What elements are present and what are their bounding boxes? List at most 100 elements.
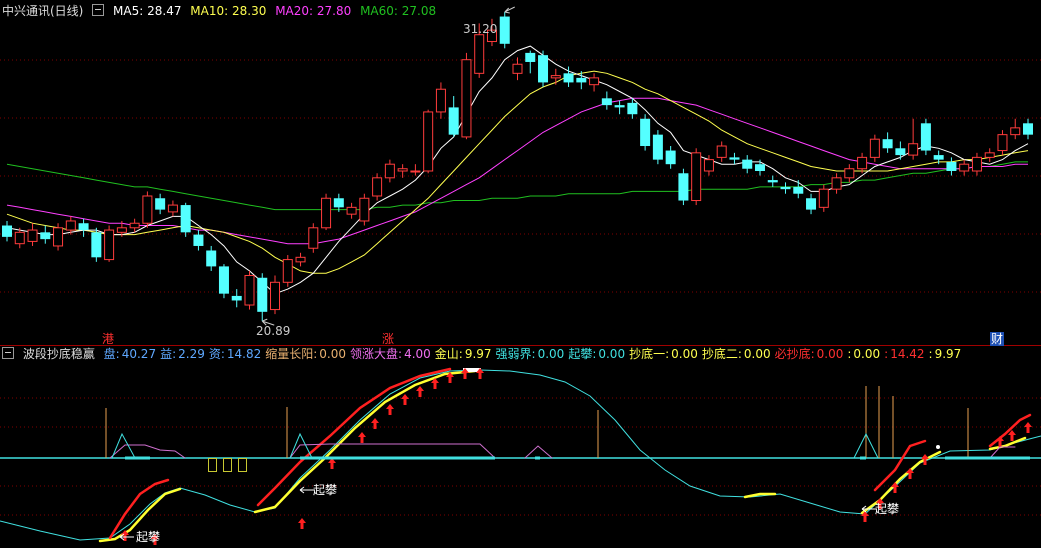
candle-body [282, 259, 293, 283]
indicator-readout: :0.00 [847, 347, 880, 361]
indicator-readout-label: 缩量长阳: [265, 347, 318, 361]
indicator-readout-label: : [884, 347, 889, 361]
candle-body [384, 163, 395, 179]
ma20-value: 27.80 [316, 4, 352, 18]
candle-body [678, 173, 689, 201]
candle-body [793, 186, 804, 194]
ma5-line [6, 45, 1029, 295]
indicator-readout-value: 2.29 [178, 347, 205, 361]
candle-body [116, 227, 127, 233]
signal-box [208, 458, 217, 472]
pointer-arrow [299, 486, 314, 494]
candle-body [244, 274, 255, 306]
candle-body [257, 277, 268, 312]
indicator-readout: 必抄底: 0.00 [775, 347, 844, 361]
indicator-readout: 缩量长阳: 0.00 [265, 347, 346, 361]
candle-body [499, 16, 510, 44]
indicator-readout-value: 0.00 [853, 347, 881, 361]
up-arrow-icon [358, 432, 366, 443]
candle-body [423, 111, 434, 172]
indicator-readout: 金山: 9.97 [435, 347, 492, 361]
qipan-label: 起攀 [313, 483, 338, 497]
candle-body [640, 118, 651, 147]
event-marker-zhang[interactable]: 涨 [382, 332, 394, 346]
qipan-label: 起攀 [875, 502, 900, 516]
collapse-icon[interactable] [2, 347, 14, 359]
ma10-label: MA10: [190, 4, 229, 18]
candle-body [218, 266, 229, 294]
candle-body [780, 186, 791, 190]
pink-band [289, 443, 496, 459]
indicator-name[interactable]: 波段抄底稳赢 [23, 347, 95, 361]
candle-body [27, 229, 38, 242]
ma60-value: 27.08 [401, 4, 437, 18]
indicator-readout-label: : [928, 347, 933, 361]
indicator-readout: 抄底二: 0.00 [702, 347, 771, 361]
candle-body [270, 281, 281, 311]
qipan-label: 起攀 [136, 530, 161, 544]
indicator-readout-value: 14.82 [226, 347, 262, 361]
ma5-label: MA5: [113, 4, 144, 18]
candle-body [589, 77, 600, 86]
event-marker-cai[interactable]: 财 [990, 332, 1005, 346]
candle-body [882, 139, 893, 149]
candle-body [397, 168, 408, 172]
candle-body [703, 159, 714, 172]
candle-body [933, 155, 944, 160]
indicator-readout-value: 0.00 [816, 347, 844, 361]
ma60-label: MA60: [360, 4, 398, 18]
indicator-readout-label: 抄底一: [629, 347, 670, 361]
yellow-band [253, 369, 477, 514]
candle-body [142, 195, 153, 224]
candle-body [295, 256, 306, 263]
event-marker-gang[interactable]: 港 [102, 332, 114, 346]
candle-body [627, 102, 638, 115]
up-arrow-icon [416, 386, 424, 397]
candle-body [920, 123, 931, 151]
high-price-label: 31.20 [463, 22, 498, 36]
indicator-readout-label: 必抄底: [774, 347, 815, 361]
candle-body [308, 227, 319, 249]
main-header: 中兴通讯(日线) MA5: 28.47 MA10: 28.30 MA20: 27… [2, 4, 441, 18]
ma10-line [6, 70, 1029, 274]
indicator-readout-value: 0.00 [743, 347, 771, 361]
candle-body [435, 88, 446, 113]
candle-body [729, 157, 740, 160]
indicator-readout-value: 9.97 [464, 347, 492, 361]
candle-body [346, 206, 357, 215]
ma60-readout: MA60: 27.08 [360, 4, 436, 18]
candle-body [2, 225, 12, 237]
candle-body [461, 59, 472, 138]
indicator-header: 波段抄底稳赢 盘: 40.27 益: 2.29 资: 14.82 缩量长阳: 0.00 领涨大盘… [2, 347, 965, 361]
indicator-readout: 领涨大盘: 4.00 [350, 347, 431, 361]
up-arrow-icon [386, 404, 394, 415]
ma20-readout: MA20: 27.80 [275, 4, 351, 18]
candle-body [908, 143, 919, 156]
indicator-readout-value: 0.00 [537, 347, 565, 361]
ma5-value: 28.47 [147, 4, 182, 18]
candle-body [946, 161, 957, 171]
high-arrow [504, 6, 515, 14]
candle-body [525, 52, 536, 62]
price-chart[interactable] [0, 0, 1041, 548]
candle-body [538, 55, 549, 83]
indicator-readout-value: 0.00 [598, 347, 626, 361]
candle-body [652, 134, 663, 160]
candle-body [959, 163, 970, 172]
indicator-readout: 抄底一: 0.00 [629, 347, 698, 361]
indicator-readout-value: 9.97 [934, 347, 962, 361]
indicator-readout: :14.42 [884, 347, 924, 361]
candle-body [1023, 123, 1033, 135]
candle-body [40, 232, 51, 240]
collapse-icon[interactable] [92, 4, 105, 16]
ma5-readout: MA5: 28.47 [113, 4, 181, 18]
candle-body [818, 188, 829, 208]
stock-title[interactable]: 中兴通讯(日线) [2, 4, 83, 18]
candle-body [665, 150, 676, 165]
candle-body [997, 134, 1008, 152]
candle-body [333, 198, 344, 208]
candle-body [372, 177, 383, 197]
candle-body [614, 105, 625, 108]
candle-body [14, 231, 25, 245]
candle-body [576, 77, 587, 83]
